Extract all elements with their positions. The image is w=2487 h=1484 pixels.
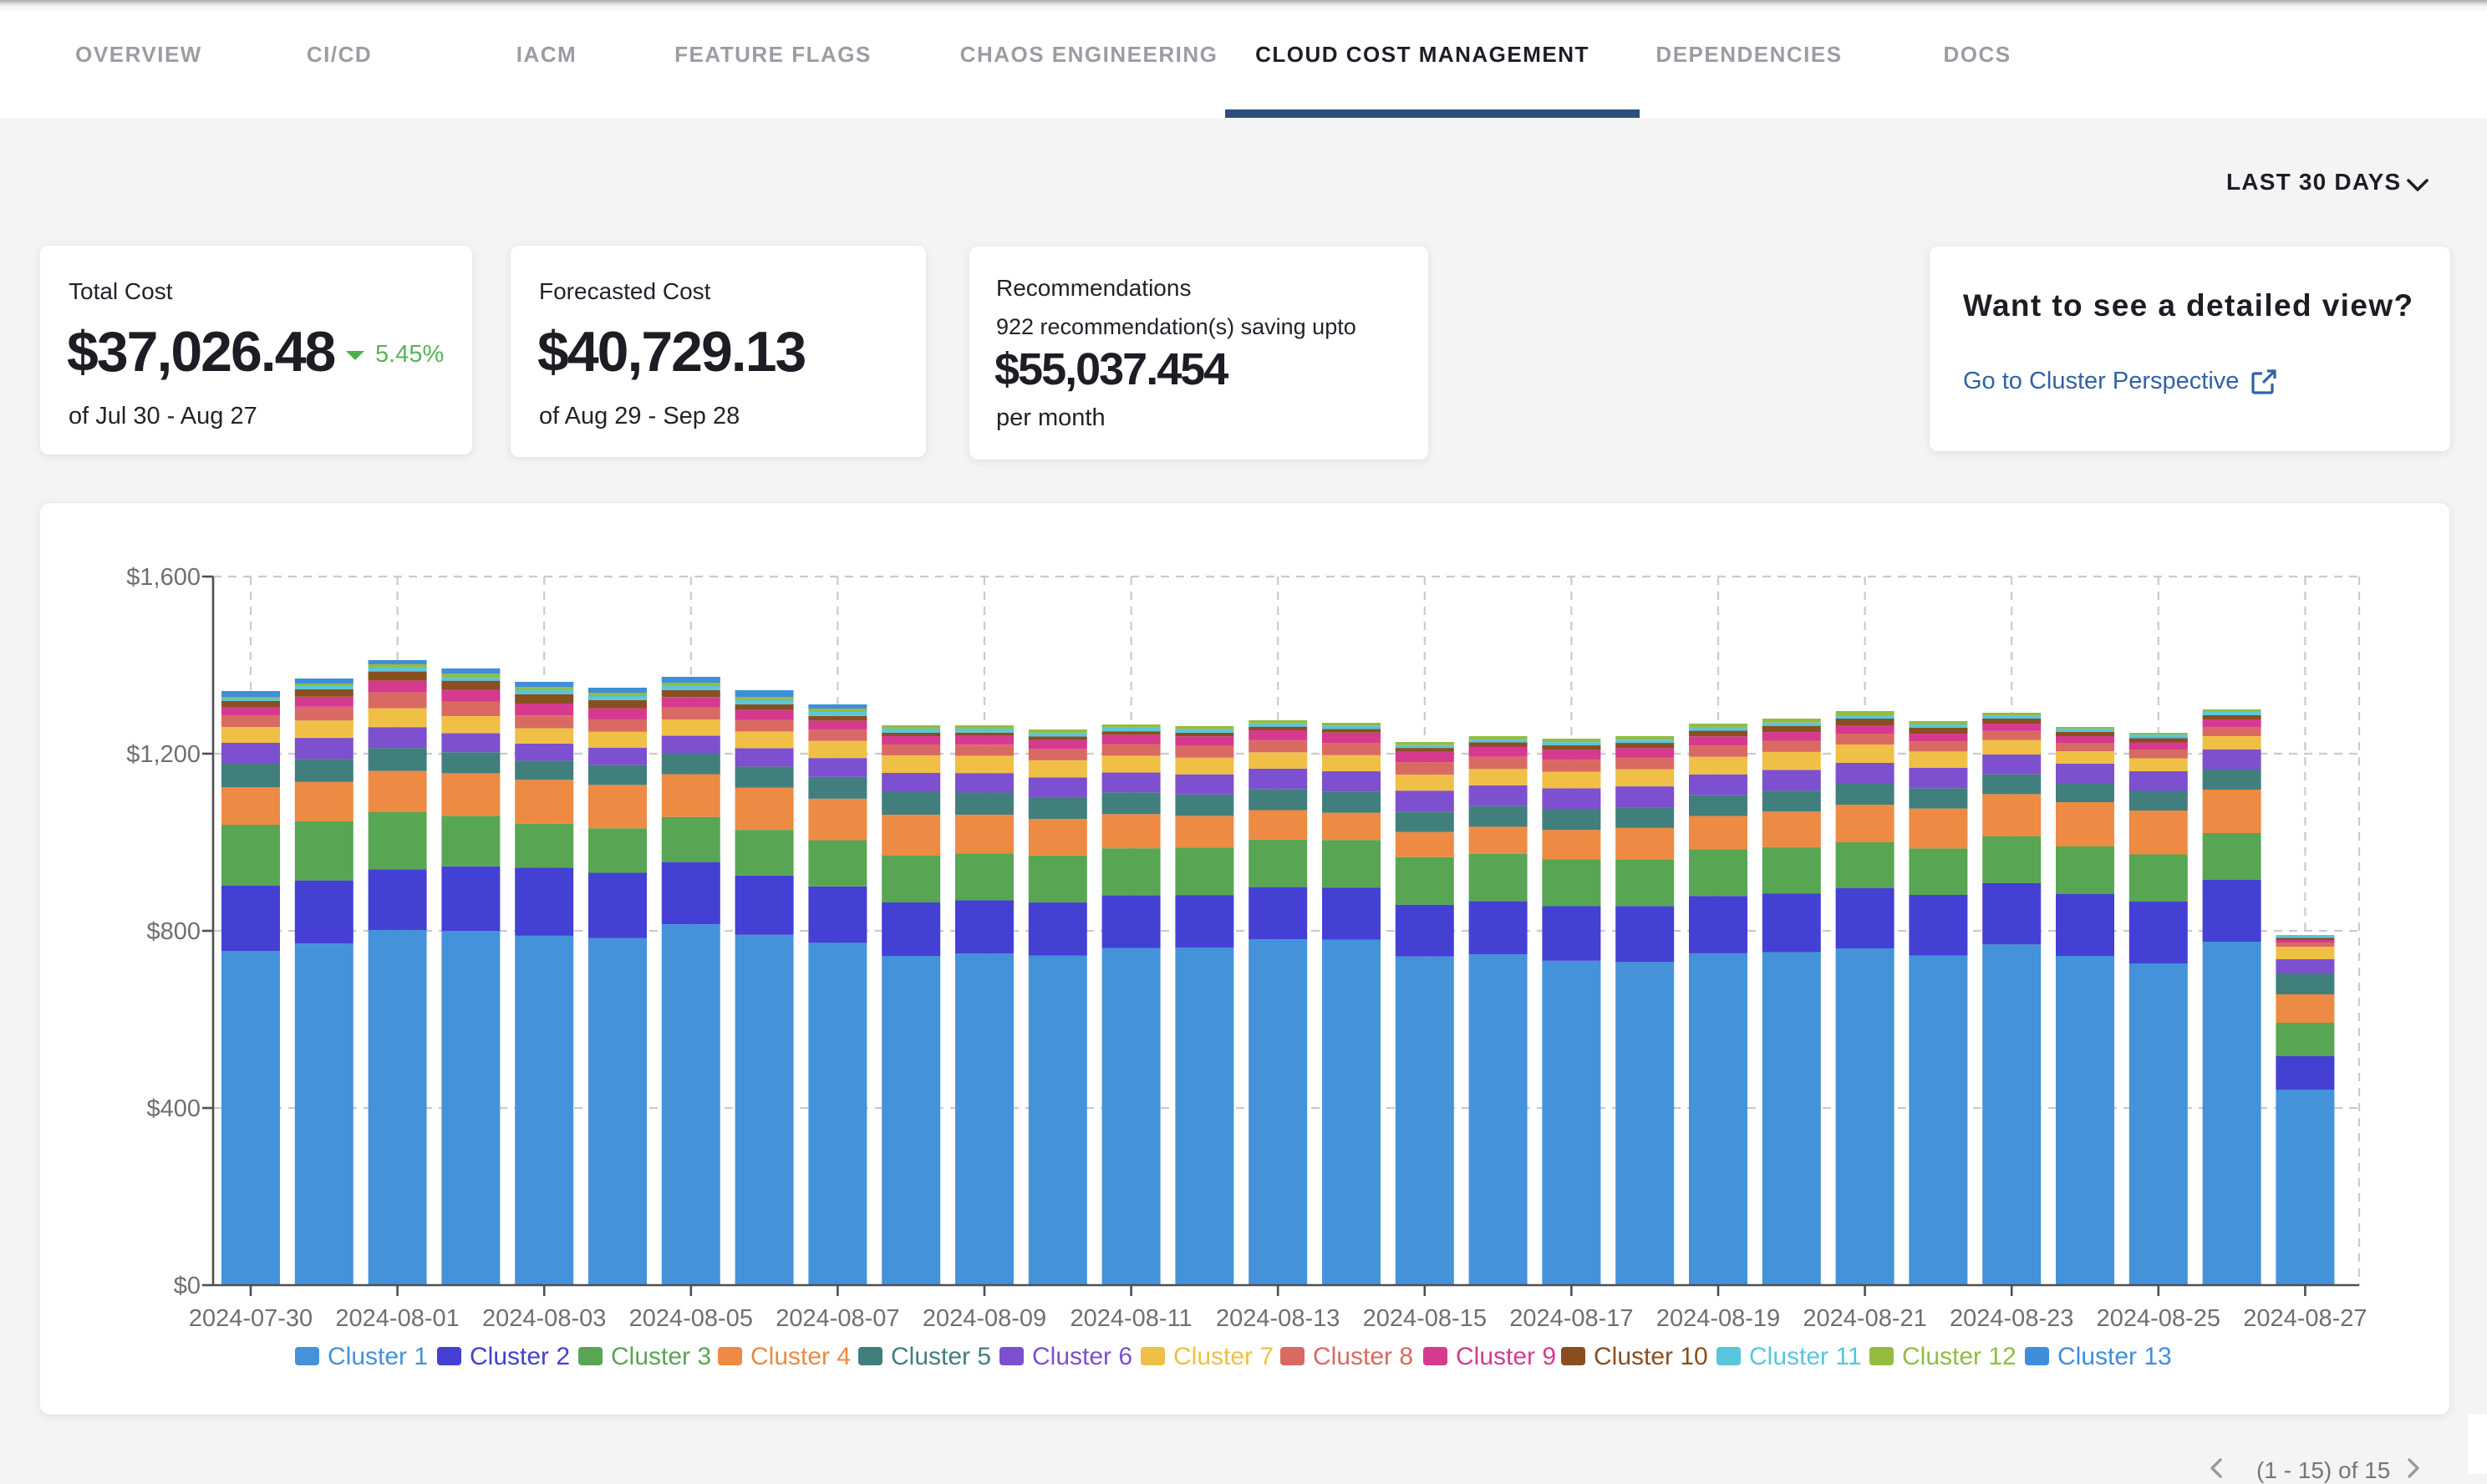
svg-text:Cluster 9: Cluster 9 bbox=[1456, 1343, 1556, 1370]
svg-text:Cluster 11: Cluster 11 bbox=[1749, 1343, 1862, 1370]
svg-text:2024-08-03: 2024-08-03 bbox=[482, 1305, 606, 1332]
svg-text:2024-08-27: 2024-08-27 bbox=[2243, 1305, 2367, 1332]
svg-text:2024-08-21: 2024-08-21 bbox=[1803, 1305, 1926, 1332]
svg-text:2024-08-11: 2024-08-11 bbox=[1070, 1305, 1192, 1332]
svg-text:Cluster 13: Cluster 13 bbox=[2057, 1343, 2172, 1370]
svg-text:2024-08-17: 2024-08-17 bbox=[1509, 1305, 1633, 1332]
svg-text:2024-08-07: 2024-08-07 bbox=[776, 1305, 899, 1332]
svg-text:$1,600: $1,600 bbox=[126, 564, 201, 591]
svg-text:2024-08-13: 2024-08-13 bbox=[1216, 1305, 1340, 1332]
svg-text:Cluster 2: Cluster 2 bbox=[470, 1343, 570, 1370]
svg-text:2024-08-23: 2024-08-23 bbox=[1950, 1305, 2073, 1332]
svg-text:Cluster 8: Cluster 8 bbox=[1313, 1343, 1413, 1370]
svg-text:Cluster 6: Cluster 6 bbox=[1032, 1343, 1132, 1370]
svg-text:2024-08-09: 2024-08-09 bbox=[923, 1305, 1046, 1332]
svg-text:2024-08-19: 2024-08-19 bbox=[1656, 1305, 1780, 1332]
svg-text:Cluster 5: Cluster 5 bbox=[891, 1343, 991, 1370]
svg-text:Cluster 7: Cluster 7 bbox=[1173, 1343, 1274, 1370]
svg-text:Cluster 3: Cluster 3 bbox=[611, 1343, 711, 1370]
svg-text:2024-08-15: 2024-08-15 bbox=[1363, 1305, 1487, 1332]
svg-text:2024-07-30: 2024-07-30 bbox=[189, 1305, 313, 1332]
svg-text:$400: $400 bbox=[146, 1095, 201, 1122]
svg-text:2024-08-01: 2024-08-01 bbox=[335, 1305, 459, 1332]
svg-text:Cluster 1: Cluster 1 bbox=[328, 1343, 428, 1370]
svg-text:Cluster 12: Cluster 12 bbox=[1902, 1343, 2017, 1370]
svg-text:$1,200: $1,200 bbox=[126, 741, 201, 768]
svg-text:$800: $800 bbox=[146, 918, 201, 945]
svg-text:$0: $0 bbox=[174, 1273, 201, 1299]
svg-text:2024-08-25: 2024-08-25 bbox=[2097, 1305, 2220, 1332]
svg-text:Cluster 4: Cluster 4 bbox=[750, 1343, 851, 1370]
svg-text:Cluster 10: Cluster 10 bbox=[1594, 1343, 1708, 1370]
svg-text:2024-08-05: 2024-08-05 bbox=[629, 1305, 753, 1332]
